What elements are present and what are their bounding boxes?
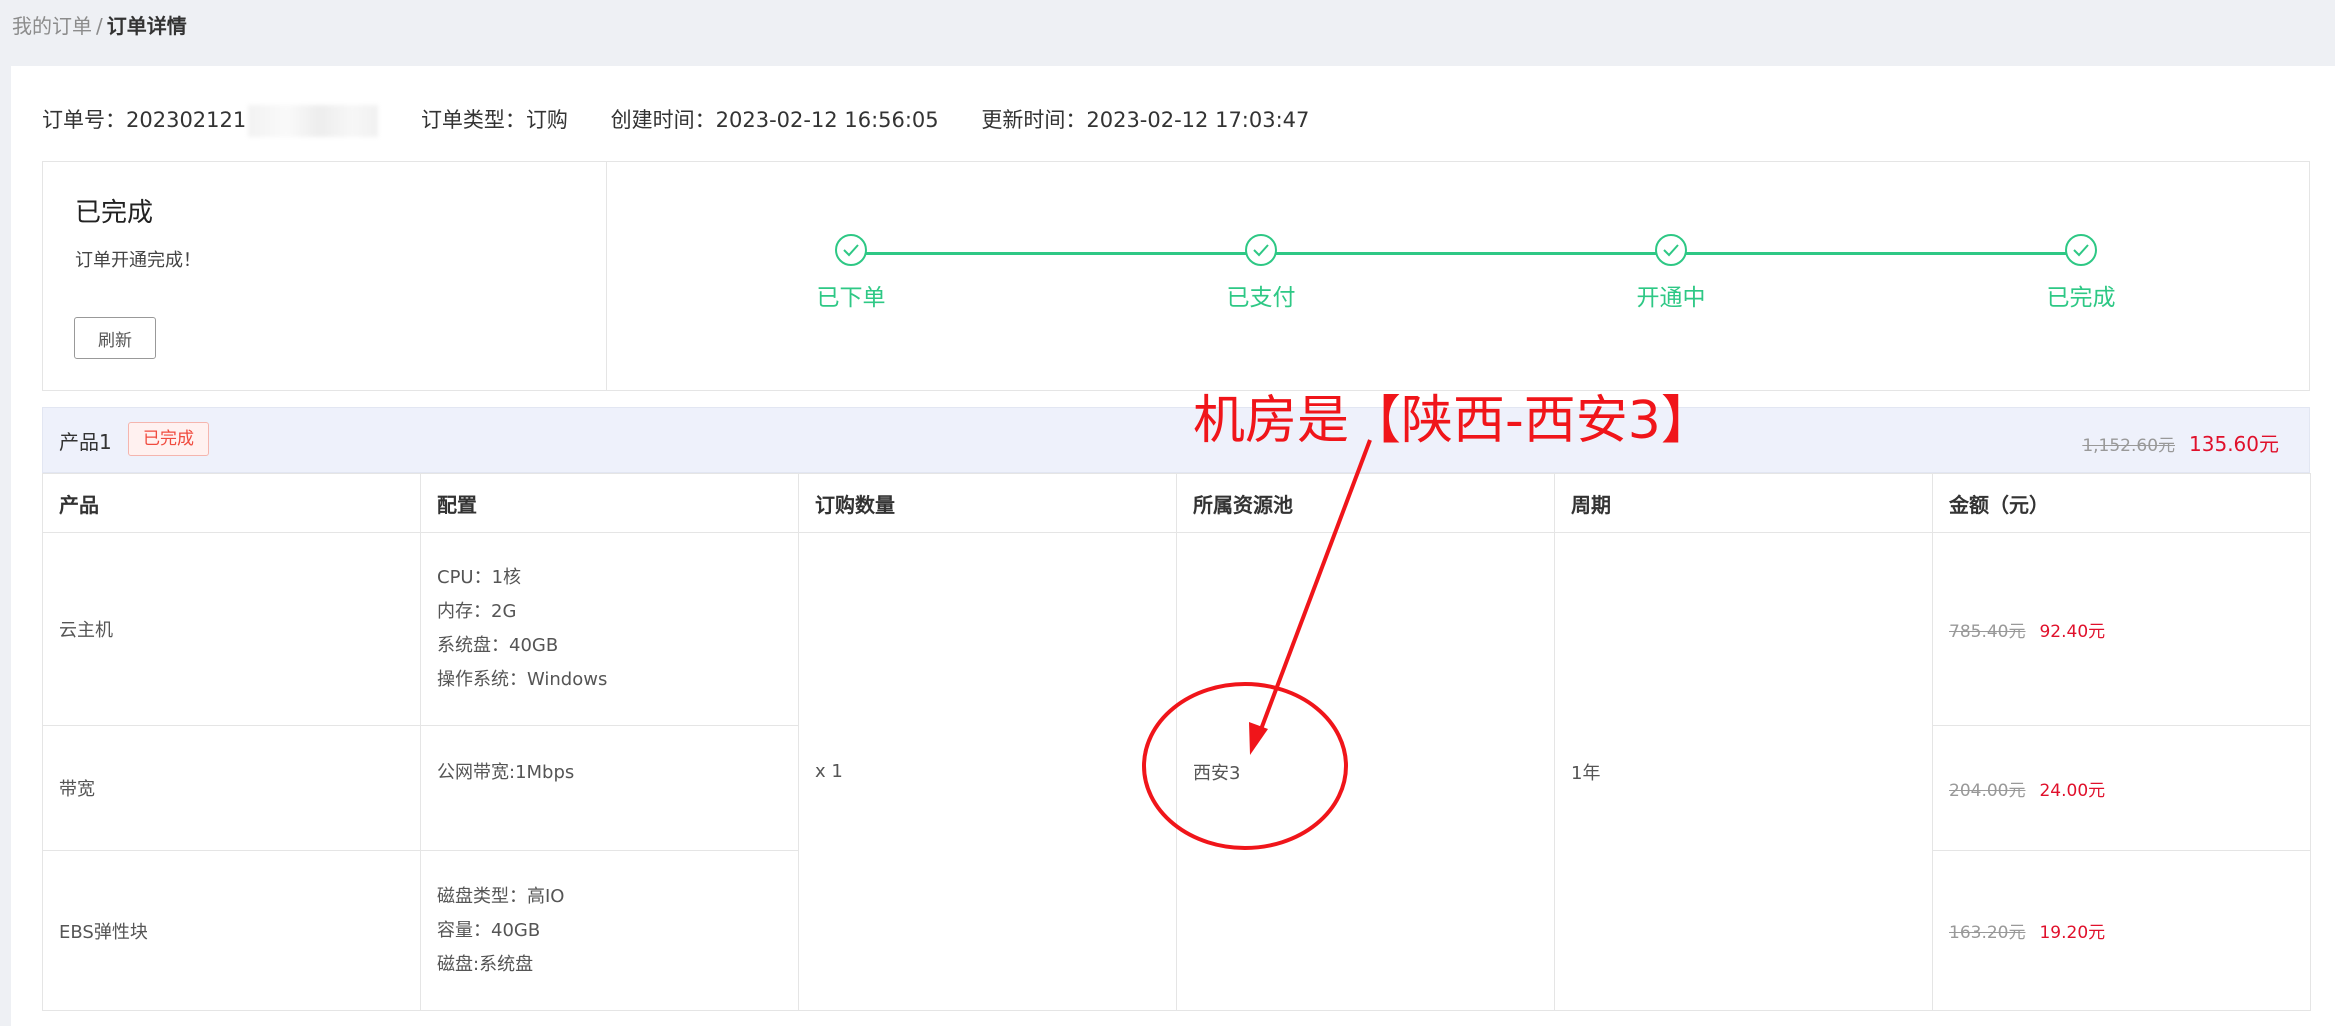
config-line: 系统盘：40GB — [437, 635, 559, 656]
config-line: 操作系统：Windows — [437, 669, 608, 690]
updated-time-value: 2023-02-12 17:03:47 — [1086, 108, 1310, 132]
product-name: 产品1 — [59, 430, 112, 454]
created-time-label: 创建时间： — [610, 108, 716, 132]
order-type-value: 订购 — [525, 108, 568, 132]
status-badge: 已完成 — [128, 422, 209, 456]
table-header-row: 产品 配置 订购数量 所属资源池 周期 金额（元） — [42, 473, 2311, 533]
header-config: 配置 — [420, 473, 799, 533]
price-final: 19.20元 — [2039, 923, 2106, 943]
price-original: 163.20元 — [1949, 923, 2026, 943]
refresh-button[interactable]: 刷新 — [74, 317, 156, 359]
order-number-label: 订单号： — [42, 108, 126, 132]
product-total-price: 1,152.60元 135.60元 — [2082, 428, 2279, 457]
order-number-value: 202302121 — [126, 108, 247, 132]
order-type-label: 订单类型： — [420, 108, 526, 132]
breadcrumb-order-detail: 订单详情 — [106, 14, 187, 38]
header-amount: 金额（元） — [1932, 473, 2311, 533]
config-line: 磁盘类型：高IO — [437, 885, 565, 907]
product-header: 产品1 已完成 1,152.60元 135.60元 — [42, 407, 2310, 473]
price-final: 24.00元 — [2039, 780, 2106, 801]
created-time-value: 2023-02-12 16:56:05 — [715, 108, 939, 132]
step-label: 已下单 — [816, 285, 886, 311]
price-original: 204.00元 — [1949, 780, 2026, 801]
item-period: 1年 — [1554, 532, 1933, 1011]
step-label: 开通中 — [1636, 285, 1706, 311]
status-title: 已完成 — [75, 198, 154, 228]
check-icon — [2065, 234, 2097, 266]
progress-line — [851, 252, 2091, 255]
order-detail-card: 订单号：202302121 订单类型：订购 创建时间：2023-02-12 16… — [11, 66, 2335, 1026]
order-type: 订单类型：订购 — [421, 104, 568, 136]
price-final: 92.40元 — [2039, 621, 2106, 642]
config-line: 磁盘:系统盘 — [437, 953, 534, 975]
breadcrumb: 我的订单 / 订单详情 — [12, 12, 187, 40]
product-items-table: 产品 配置 订购数量 所属资源池 周期 金额（元） 云主机 CPU：1核 内存：… — [42, 473, 2311, 1011]
header-product: 产品 — [42, 473, 421, 533]
header-period: 周期 — [1554, 473, 1933, 533]
redacted-blur — [248, 105, 379, 137]
item-config: 磁盘类型：高IO 容量：40GB 磁盘:系统盘 — [420, 850, 799, 1011]
order-created-time: 创建时间：2023-02-12 16:56:05 — [611, 104, 939, 136]
item-name: 带宽 — [42, 725, 421, 851]
item-amount: 204.00元 24.00元 — [1932, 725, 2311, 851]
table-row: 云主机 CPU：1核 内存：2G 系统盘：40GB 操作系统：Windows x… — [42, 532, 2311, 1011]
item-name: 云主机 — [42, 532, 421, 726]
step-paid: 已支付 — [1191, 234, 1331, 312]
step-provisioning: 开通中 — [1601, 234, 1741, 312]
step-label: 已支付 — [1226, 285, 1296, 311]
order-status-panel: 已完成 订单开通完成！ 刷新 已下单 已支付 开通中 已完成 — [42, 161, 2310, 391]
order-number: 订单号：202302121 — [42, 104, 379, 137]
header-resource-pool: 所属资源池 — [1176, 473, 1555, 533]
item-config: 公网带宽:1Mbps — [420, 725, 799, 851]
status-description: 订单开通完成！ — [75, 250, 201, 271]
item-resource-pool: 西安3 — [1176, 532, 1555, 1011]
step-completed: 已完成 — [2011, 234, 2151, 312]
config-line: 公网带宽:1Mbps — [437, 762, 575, 783]
check-icon — [1245, 234, 1277, 266]
item-config: CPU：1核 内存：2G 系统盘：40GB 操作系统：Windows — [420, 532, 799, 726]
step-label: 已完成 — [2046, 285, 2116, 311]
price-original: 1,152.60元 — [2082, 436, 2176, 456]
status-summary: 已完成 订单开通完成！ 刷新 — [43, 162, 607, 390]
step-ordered: 已下单 — [781, 234, 921, 312]
item-amount: 163.20元 19.20元 — [1932, 850, 2311, 1011]
item-name: EBS弹性块 — [42, 850, 421, 1011]
item-quantity: x 1 — [798, 532, 1177, 1011]
config-line: 内存：2G — [437, 601, 517, 622]
config-line: 容量：40GB — [437, 919, 541, 941]
order-updated-time: 更新时间：2023-02-12 17:03:47 — [981, 104, 1309, 136]
breadcrumb-my-orders[interactable]: 我的订单 — [12, 14, 92, 38]
breadcrumb-separator: / — [96, 14, 103, 38]
check-icon — [835, 234, 867, 266]
price-original: 785.40元 — [1949, 621, 2026, 642]
item-amount: 785.40元 92.40元 — [1932, 532, 2311, 726]
config-line: CPU：1核 — [437, 567, 522, 588]
updated-time-label: 更新时间： — [981, 108, 1087, 132]
price-final: 135.60元 — [2189, 432, 2279, 456]
order-meta: 订单号：202302121 订单类型：订购 创建时间：2023-02-12 16… — [42, 104, 1345, 137]
check-icon — [1655, 234, 1687, 266]
header-quantity: 订购数量 — [798, 473, 1177, 533]
